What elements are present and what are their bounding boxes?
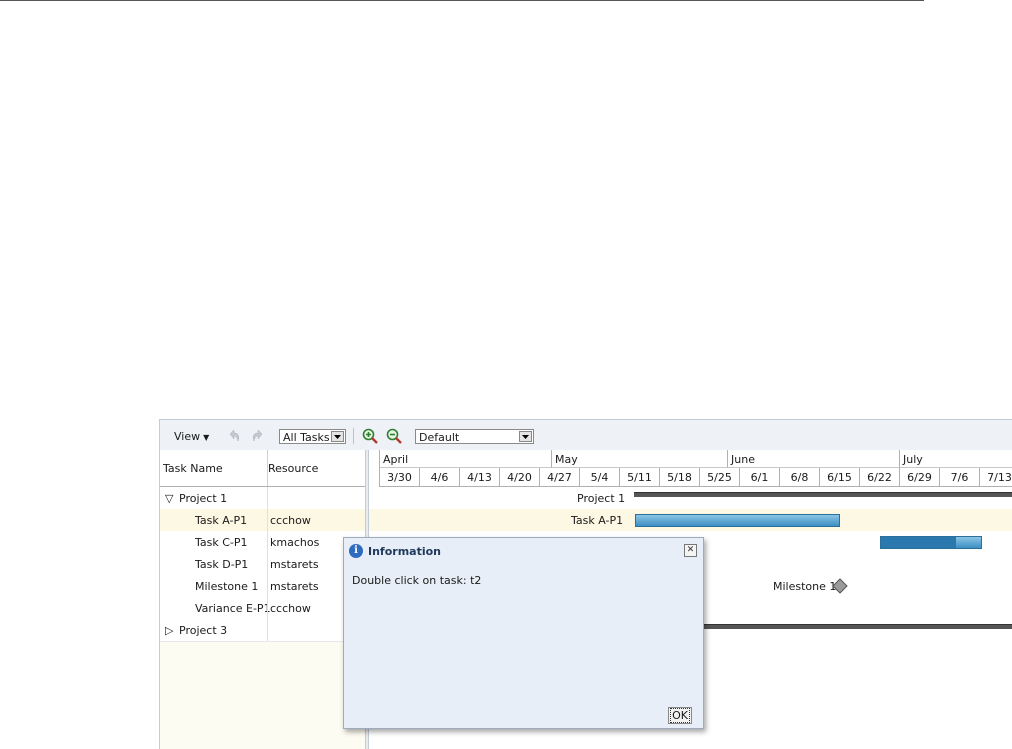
- timeline-week-label: 4/20: [499, 468, 539, 487]
- ok-button[interactable]: OK: [668, 707, 692, 724]
- expand-icon[interactable]: ▽: [165, 492, 173, 505]
- cell-divider: [267, 553, 268, 575]
- timeline-month-label: June: [727, 450, 899, 468]
- chevron-down-icon: ▼: [203, 433, 210, 442]
- task-resource: mstarets: [270, 580, 319, 593]
- task-resource: ccchow: [270, 602, 311, 615]
- undo-icon[interactable]: [226, 428, 242, 444]
- dialog-title: Information: [368, 545, 441, 558]
- timeline-month-label: April: [379, 450, 551, 468]
- expand-icon[interactable]: ▷: [165, 624, 173, 637]
- ok-button-label: OK: [670, 708, 690, 723]
- tree-header: Task Name Resource: [160, 450, 365, 487]
- tree-row-project-3[interactable]: ▷ Project 3: [160, 619, 365, 642]
- timeline-week-label: 6/1: [739, 468, 779, 487]
- timeline-week-label: 7/6: [939, 468, 979, 487]
- tree-row-task-c-p1[interactable]: Task C-P1 kmachos: [160, 531, 365, 554]
- cell-divider: [267, 619, 268, 641]
- timeline-week-label: 3/30: [379, 468, 419, 487]
- time-scale-value: Default: [419, 431, 460, 444]
- view-menu-label: View: [174, 430, 201, 443]
- task-name: Task A-P1: [195, 514, 248, 527]
- task-resource: mstarets: [270, 558, 319, 571]
- toolbar: View ▼ All Tasks Default: [160, 420, 1012, 451]
- chart-row-task-a-p1: Task A-P1: [369, 509, 1012, 531]
- timeline-week-label: 4/27: [539, 468, 579, 487]
- cell-divider: [267, 509, 268, 531]
- milestone-diamond-icon[interactable]: [832, 578, 848, 594]
- cell-divider: [267, 575, 268, 597]
- zoom-in-icon[interactable]: [362, 428, 378, 444]
- timeline-week-label: 4/6: [419, 468, 459, 487]
- timeline-week-label: 6/22: [859, 468, 899, 487]
- summary-bar[interactable]: [634, 492, 1012, 497]
- bar-label: Project 1: [577, 492, 626, 505]
- task-resource: kmachos: [270, 536, 320, 549]
- cell-divider: [267, 487, 268, 509]
- zoom-out-icon[interactable]: [386, 428, 402, 444]
- task-bar[interactable]: [635, 514, 840, 527]
- information-dialog: i Information ✕ Double click on task: t2…: [343, 537, 704, 729]
- chevron-down-icon: [519, 431, 532, 442]
- timeline-week-label: 5/4: [579, 468, 619, 487]
- tree-row-milestone-1[interactable]: Milestone 1 mstarets: [160, 575, 365, 598]
- task-filter-value: All Tasks: [283, 431, 330, 444]
- task-name: Task C-P1: [195, 536, 248, 549]
- tree-row-task-d-p1[interactable]: Task D-P1 mstarets: [160, 553, 365, 576]
- top-divider: [0, 0, 924, 1]
- close-icon[interactable]: ✕: [684, 544, 697, 557]
- bar-label: Milestone 1: [773, 580, 837, 593]
- column-header-resource[interactable]: Resource: [268, 462, 318, 475]
- task-resource: ccchow: [270, 514, 311, 527]
- bar-label: Task A-P1: [571, 514, 624, 527]
- timeline-week-label: 5/11: [619, 468, 659, 487]
- dialog-message: Double click on task: t2: [352, 574, 482, 587]
- info-icon: i: [349, 544, 363, 558]
- timeline-month-label: July: [899, 450, 1012, 468]
- timeline-week-label: 6/8: [779, 468, 819, 487]
- tree-row-variance-e-p1[interactable]: Variance E-P1 ccchow: [160, 597, 365, 620]
- task-name: Task D-P1: [195, 558, 249, 571]
- timeline-week-label: 4/13: [459, 468, 499, 487]
- timeline-week-label: 7/13: [979, 468, 1012, 487]
- progress-fill: [881, 537, 956, 548]
- timeline-week-label: 5/25: [699, 468, 739, 487]
- chart-row-project-1: Project 1: [369, 487, 1012, 509]
- column-header-task-name[interactable]: Task Name: [163, 462, 223, 475]
- task-name: Milestone 1: [195, 580, 259, 593]
- task-name: Variance E-P1: [195, 602, 271, 615]
- timeline-month-label: May: [551, 450, 727, 468]
- tree-row-project-1[interactable]: ▽ Project 1: [160, 487, 365, 510]
- toolbar-separator: [353, 428, 354, 444]
- timeline-week-label: 6/15: [819, 468, 859, 487]
- task-tree: Task Name Resource ▽ Project 1 Task A-P1…: [160, 450, 367, 749]
- chevron-down-icon: [331, 431, 344, 442]
- timeline-week-label: 6/29: [899, 468, 939, 487]
- tree-row-task-a-p1[interactable]: Task A-P1 ccchow: [160, 509, 365, 532]
- task-name: Project 1: [179, 492, 228, 505]
- cell-divider: [267, 531, 268, 553]
- redo-icon[interactable]: [250, 428, 266, 444]
- task-filter-select[interactable]: All Tasks: [279, 429, 346, 444]
- time-scale-select[interactable]: Default: [415, 429, 534, 444]
- cell-divider: [267, 597, 268, 619]
- task-name: Project 3: [179, 624, 228, 637]
- task-bar[interactable]: [880, 536, 982, 549]
- timeline-week-label: 5/18: [659, 468, 699, 487]
- view-menu[interactable]: View ▼: [174, 430, 209, 443]
